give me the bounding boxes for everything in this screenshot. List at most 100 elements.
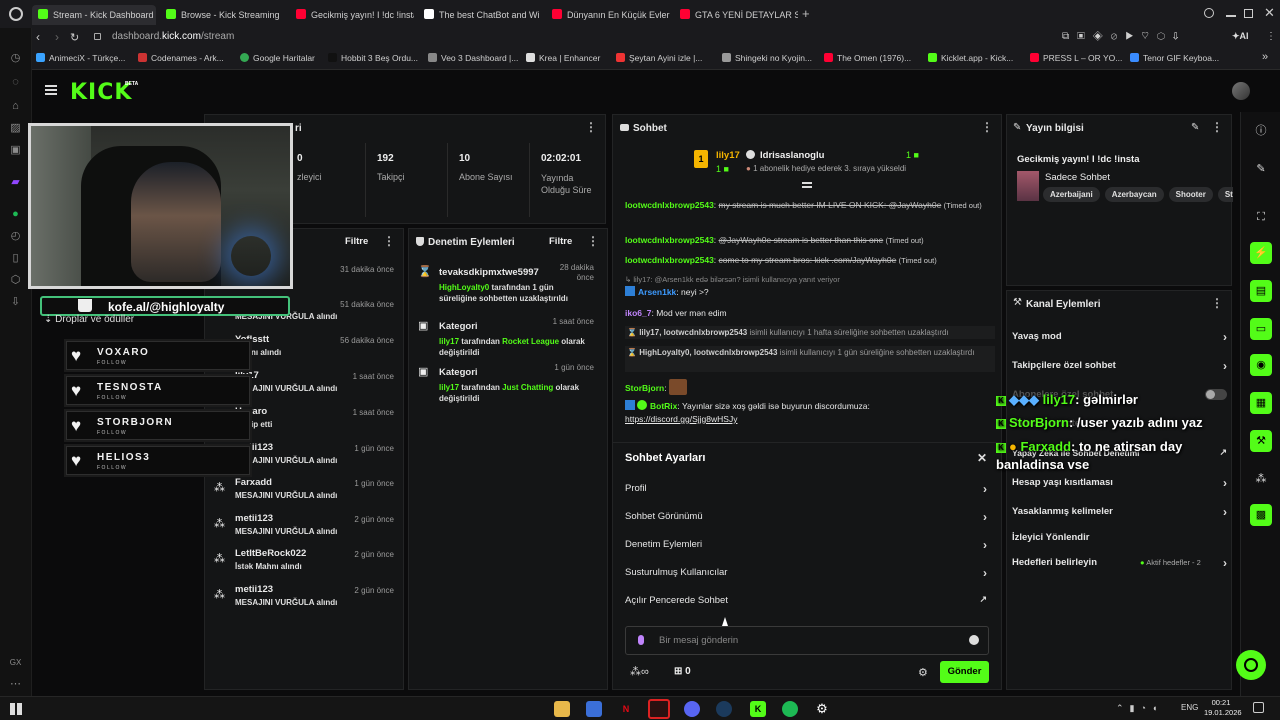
tag[interactable]: Shooter [1168, 187, 1213, 202]
notification-icon[interactable] [1253, 702, 1264, 713]
moderation-filter-button[interactable]: Filtre [549, 236, 572, 247]
notes-icon[interactable]: ▤ [1250, 280, 1272, 302]
gx-icon[interactable]: GX [9, 656, 22, 669]
points-icon[interactable]: ⁂ [1250, 468, 1272, 490]
settings-item-profile[interactable]: Profil › [625, 482, 987, 496]
spotify-icon[interactable] [782, 701, 798, 717]
extensions-icon[interactable]: ⬡ [9, 274, 22, 287]
support-chat-button[interactable] [1236, 650, 1266, 680]
kick-logo[interactable]: KICK [70, 80, 132, 105]
bookmark-item[interactable]: Şeytan Ayini izle |... [616, 53, 702, 63]
speed-dial-icon[interactable]: ◷ [9, 52, 22, 65]
chat-menu-icon[interactable]: ⋮ [981, 121, 993, 133]
broadcast-icon[interactable]: ◉ [1250, 354, 1272, 376]
channel-actions-menu-icon[interactable]: ⋮ [1211, 297, 1223, 309]
bookmark-item[interactable]: Codenames - Ark... [138, 53, 224, 63]
spotify-icon[interactable]: ● [9, 208, 22, 221]
mic-icon[interactable] [638, 635, 644, 645]
chat-username[interactable]: StorBjorn [625, 383, 664, 393]
activity-username[interactable]: metii123 [235, 584, 273, 595]
chat-username[interactable]: Arsen1kk [638, 287, 676, 297]
close-settings-icon[interactable]: ✕ [977, 451, 987, 465]
settings-item-popout[interactable]: Açılır Pencerede Sohbet ↗ [625, 594, 987, 606]
settings-item-muted[interactable]: Susturulmuş Kullanıcılar › [625, 566, 987, 580]
tab-smallest-houses[interactable]: Dünyanın En Küçük Evleri [546, 5, 670, 25]
chat-icon[interactable]: ▭ [1250, 318, 1272, 340]
clapper-icon[interactable]: ▩ [1250, 504, 1272, 526]
mod-actor[interactable]: lily17 [439, 337, 459, 346]
twitch-icon[interactable]: ▰ [9, 176, 22, 189]
bookmark-item[interactable]: Krea | Enhancer [526, 53, 600, 63]
channel-action-account-age[interactable]: Hesap yaşı kısıtlaması › [1012, 476, 1227, 490]
settings-gear-icon[interactable]: ⚙ [814, 701, 830, 717]
file-explorer-icon[interactable] [554, 701, 570, 717]
send-button[interactable]: Gönder [940, 661, 989, 683]
messenger-icon[interactable]: ▣ [9, 144, 22, 157]
store-icon[interactable] [586, 701, 602, 717]
channel-action-banned-words[interactable]: Yasaklanmış kelimeler › [1012, 505, 1227, 519]
tab-youtube-stream[interactable]: Gecikmiş yayın! I !dc !insta [290, 5, 414, 25]
bookmark-item[interactable]: Veo 3 Dashboard |... [428, 53, 518, 63]
info-icon[interactable]: ⓘ [1250, 120, 1272, 142]
category-name[interactable]: Sadece Sohbet [1045, 172, 1110, 183]
tab-browse-kick[interactable]: Browse - Kick Streaming [160, 5, 286, 25]
netflix-icon[interactable]: N [618, 701, 634, 717]
moderation-menu-icon[interactable]: ⋮ [587, 235, 599, 247]
channel-action-raid[interactable]: İzleyici Yönlendir [1012, 532, 1227, 543]
bookmarks-more-icon[interactable]: » [1262, 51, 1268, 63]
new-tab-button[interactable]: + [802, 7, 810, 20]
mod-actor[interactable]: HighLoyalty0 [439, 283, 489, 292]
tag[interactable]: St [1217, 187, 1233, 202]
url-field[interactable]: dashboard.kick.com/stream [112, 31, 234, 42]
minimize-icon[interactable] [1226, 15, 1236, 17]
settings-item-moderation[interactable]: Denetim Eylemleri › [625, 538, 987, 552]
close-window-icon[interactable]: ✕ [1264, 5, 1275, 21]
channel-points[interactable]: ⁂∞ [630, 665, 649, 678]
settings-item-chat-view[interactable]: Sohbet Görünümü › [625, 510, 987, 524]
discord-link[interactable]: https://discord.gg/Sjjg8wHSJy [625, 414, 737, 424]
chat-username[interactable]: lootwcdnlxbrowp2543 [625, 255, 714, 265]
chat-settings-gear-icon[interactable]: ⚙ [918, 666, 928, 679]
bookmark-item[interactable]: Shingeki no Kyojin... [722, 53, 812, 63]
aria-icon[interactable]: ◌ [9, 76, 22, 89]
chat-input[interactable]: Bir mesaj gönderin [625, 626, 989, 655]
activity-username[interactable]: LetItBeRock022 [235, 548, 306, 559]
bookmark-item[interactable]: PRESS L – OR YO... [1030, 53, 1122, 63]
opera-logo-icon[interactable] [9, 7, 23, 21]
bolt-icon[interactable]: ⚡ [1250, 242, 1272, 264]
chat-username[interactable]: lootwcdnlxbrowp2543 [625, 200, 714, 210]
ai-button[interactable]: ✦AI [1232, 31, 1249, 42]
channel-action-followers-only[interactable]: Takipçilere özel sohbet › [1012, 359, 1227, 373]
bookmarks-icon[interactable]: ▯ [9, 252, 22, 265]
windows-start-icon[interactable] [10, 703, 22, 715]
tag[interactable]: Azerbaycan [1104, 187, 1164, 202]
discord-icon[interactable] [684, 701, 700, 717]
mod-actor[interactable]: lily17 [439, 383, 459, 392]
bookmark-item[interactable]: Kicklet.app - Kick... [928, 53, 1013, 63]
activity-filter-button[interactable]: Filtre [345, 236, 368, 247]
tab-gta6[interactable]: GTA 6 YENİ DETAYLAR SIZ [674, 5, 798, 25]
edit-icon[interactable]: ✎ [1191, 122, 1199, 133]
hamburger-menu-icon[interactable] [45, 85, 57, 95]
gift-sub-counter[interactable]: ⊞ 0 [674, 666, 691, 677]
channel-action-slow-mode[interactable]: Yavaş mod › [1012, 330, 1227, 344]
bookmark-item[interactable]: Tenor GIF Keyboa... [1130, 53, 1219, 63]
stream-info-menu-icon[interactable]: ⋮ [1211, 121, 1223, 133]
workspaces-icon[interactable]: ⌂ [9, 100, 22, 113]
drops-row[interactable]: ⇣ Droplar ve ödüller [44, 314, 134, 325]
history-icon[interactable]: ◴ [9, 230, 22, 243]
stats-menu-icon[interactable]: ⋮ [585, 121, 597, 133]
bookmark-item[interactable]: Hobbit 3 Beş Ordu... [328, 53, 418, 63]
maximize-icon[interactable] [1244, 9, 1253, 18]
tab-chatbot[interactable]: The best ChatBot and Wi [418, 5, 542, 25]
language-indicator[interactable]: ENG [1181, 703, 1198, 712]
reload-icon[interactable]: ↻ [70, 31, 79, 44]
opera-gx-icon[interactable] [648, 699, 670, 719]
fullscreen-icon[interactable]: ⛶ [1250, 206, 1272, 228]
activity-menu-icon[interactable]: ⋮ [383, 235, 395, 247]
bookmark-item[interactable]: Google Haritalar [240, 53, 315, 63]
user-avatar[interactable] [1232, 82, 1250, 100]
bookmark-item[interactable]: AnimeciX - Türkçe... [36, 53, 125, 63]
tab-kick-dashboard[interactable]: Stream - Kick Dashboard [32, 5, 156, 25]
activity-username[interactable]: metii123 [235, 513, 273, 524]
